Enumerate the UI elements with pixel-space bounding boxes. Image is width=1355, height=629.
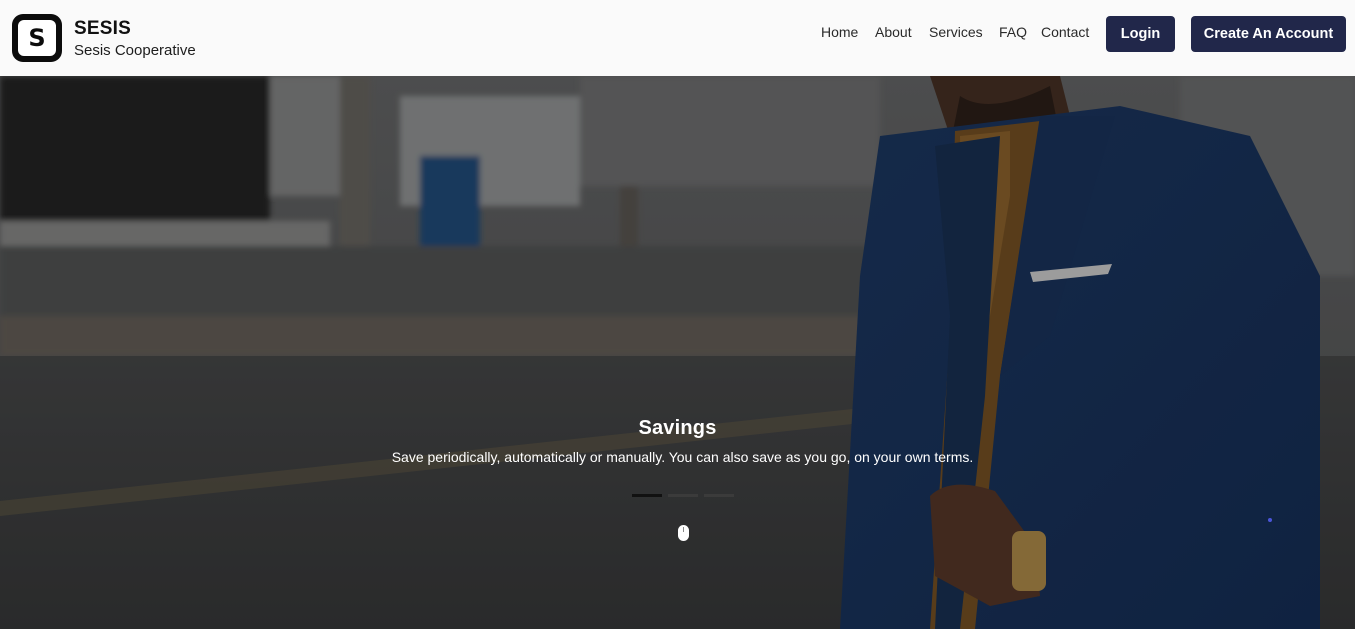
nav-link-services[interactable]: Services xyxy=(929,24,983,40)
nav-link-contact[interactable]: Contact xyxy=(1041,24,1089,40)
login-button[interactable]: Login xyxy=(1106,16,1175,52)
nav-link-home[interactable]: Home xyxy=(821,24,858,40)
hero-carousel: Savings Save periodically, automatically… xyxy=(0,76,1355,629)
mouse-scroll-icon[interactable] xyxy=(678,525,689,541)
create-account-button[interactable]: Create An Account xyxy=(1191,16,1346,52)
nav-link-about[interactable]: About xyxy=(875,24,912,40)
nav-link-faq[interactable]: FAQ xyxy=(999,24,1027,40)
logo-icon[interactable]: S xyxy=(12,14,62,62)
logo-letter: S xyxy=(18,20,56,56)
carousel-indicator-1[interactable] xyxy=(632,494,662,497)
hero-overlay xyxy=(0,76,1355,629)
slide-title: Savings xyxy=(638,417,717,439)
carousel-indicator-2[interactable] xyxy=(668,494,698,497)
floating-dot xyxy=(1268,518,1272,522)
brand-subtitle: Sesis Cooperative xyxy=(74,42,196,59)
top-navbar: S SESIS Sesis Cooperative Home About Ser… xyxy=(0,0,1355,76)
brand-title[interactable]: SESIS xyxy=(74,18,131,40)
carousel-indicator-3[interactable] xyxy=(704,494,734,497)
slide-description: Save periodically, automatically or manu… xyxy=(391,449,974,465)
